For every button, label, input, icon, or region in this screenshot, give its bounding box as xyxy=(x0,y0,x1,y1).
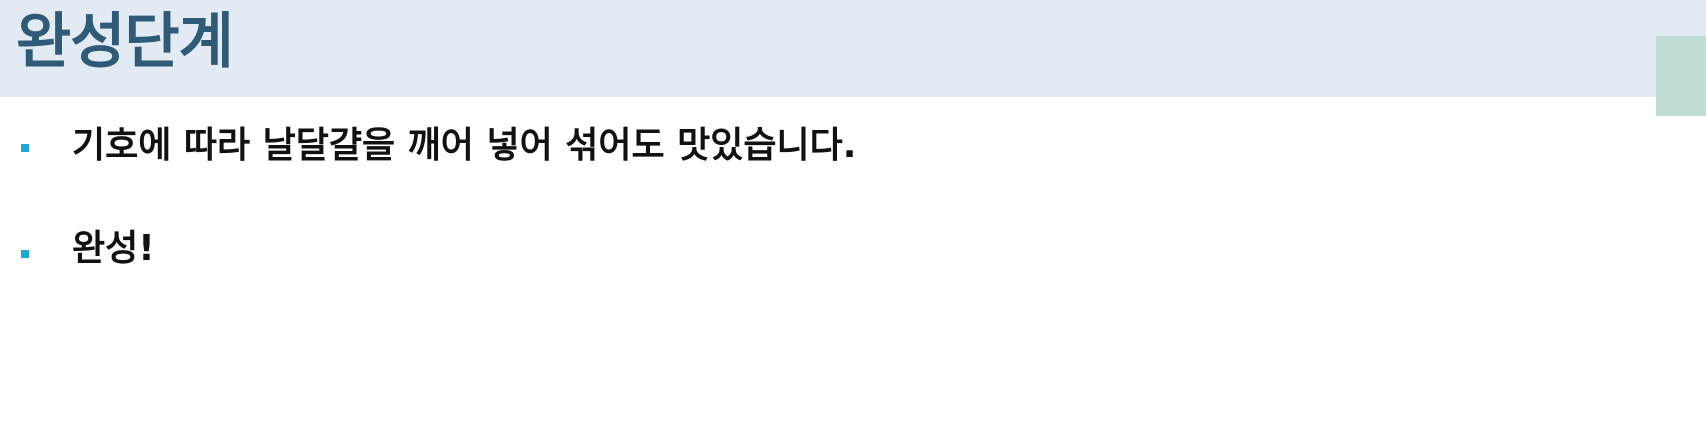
bullet-item-1: 기호에 따라 날달걀을 깨어 넣어 섞어도 맛있습니다. xyxy=(0,121,1200,171)
bullet-text: 기호에 따라 날달걀을 깨어 넣어 섞어도 맛있습니다. xyxy=(72,125,857,166)
title-band xyxy=(0,0,1706,97)
bullet-item-2: 완성! xyxy=(0,224,1200,274)
bullet-square-icon xyxy=(21,144,29,152)
corner-accent-block xyxy=(1656,36,1706,116)
bullet-text: 완성! xyxy=(72,228,155,269)
slide-title: 완성단계 xyxy=(16,7,234,77)
bullet-square-icon xyxy=(21,250,29,258)
slide: 완성단계 기호에 따라 날달걀을 깨어 넣어 섞어도 맛있습니다. 완성! xyxy=(0,0,1706,431)
